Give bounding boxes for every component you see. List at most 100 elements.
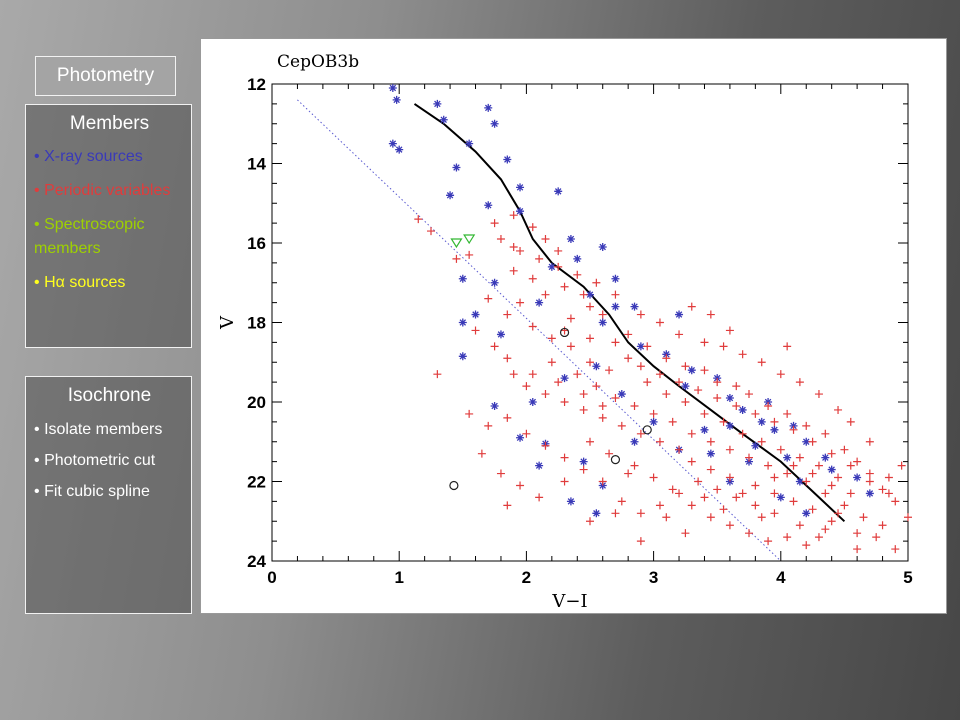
- photometry-label: Photometry: [35, 56, 176, 96]
- xray-source-point: [700, 425, 709, 434]
- periodic-variable-point: [802, 477, 811, 486]
- periodic-variable-point: [719, 417, 728, 426]
- periodic-variable-point: [725, 521, 734, 530]
- periodic-variable-point: [821, 525, 830, 534]
- periodic-variable-point: [477, 449, 486, 458]
- periodic-variable-point: [834, 473, 843, 482]
- periodic-variable-point: [751, 481, 760, 490]
- xray-source-point: [484, 201, 493, 210]
- xray-source-point: [439, 115, 448, 124]
- periodic-variable-point: [617, 421, 626, 430]
- xray-source-point: [490, 119, 499, 128]
- periodic-variable-point: [853, 529, 862, 538]
- periodic-variable-point: [719, 505, 728, 514]
- xray-source-point: [458, 352, 467, 361]
- xray-source-point: [433, 99, 442, 108]
- periodic-variable-point: [560, 398, 569, 406]
- periodic-variable-point: [579, 390, 588, 399]
- periodic-variable-point: [496, 469, 505, 478]
- periodic-variable-point: [662, 390, 671, 399]
- periodic-variable-point: [598, 413, 607, 422]
- periodic-variable-point: [649, 409, 658, 418]
- x-tick-label: 2: [522, 568, 531, 587]
- periodic-variable-point: [681, 362, 690, 371]
- xray-source-point: [598, 318, 607, 327]
- periodic-variable-point: [573, 270, 582, 279]
- periodic-variable-point: [624, 469, 633, 478]
- periodic-variable-point: [706, 465, 715, 474]
- periodic-variable-point: [814, 461, 823, 470]
- periodic-variable-point: [783, 533, 792, 542]
- periodic-variable-point: [655, 501, 664, 510]
- bullet: •: [34, 148, 40, 165]
- periodic-variable-point: [853, 545, 862, 554]
- periodic-variable-point: [821, 429, 830, 438]
- periodic-variable-point: [725, 445, 734, 454]
- xray-source-point: [751, 441, 760, 450]
- periodic-variable-point: [681, 529, 690, 538]
- periodic-variable-point: [579, 405, 588, 414]
- xray-source-point: [821, 453, 830, 462]
- periodic-variable-point: [694, 386, 703, 395]
- periodic-variable-point: [554, 246, 563, 255]
- periodic-variable-point: [713, 485, 722, 494]
- periodic-variable-point: [566, 314, 575, 323]
- member-item-periodic: • Periodic variables: [34, 179, 185, 203]
- periodic-variable-point: [840, 501, 849, 510]
- isochrone-title: Isochrone: [67, 385, 152, 406]
- periodic-variable-point: [636, 537, 645, 546]
- periodic-variable-point: [706, 310, 715, 319]
- periodic-variable-point: [630, 401, 639, 410]
- periodic-variable-point: [814, 533, 823, 542]
- xray-source-point: [738, 405, 747, 414]
- periodic-variable-point: [872, 533, 881, 542]
- periodic-variable-point: [834, 509, 843, 518]
- y-tick-label: 24: [247, 552, 266, 571]
- periodic-variable-point: [598, 401, 607, 410]
- periodic-variable-point: [579, 465, 588, 474]
- periodic-variable-point: [560, 477, 569, 486]
- periodic-variable-point: [586, 358, 594, 367]
- periodic-variable-point: [776, 445, 785, 454]
- x-tick-label: 3: [649, 568, 658, 587]
- periodic-variable-point: [484, 294, 493, 303]
- periodic-variable-point: [560, 282, 569, 291]
- periodic-variable-point: [904, 513, 912, 522]
- periodic-variable-point: [516, 246, 525, 255]
- periodic-variable-point: [541, 290, 550, 299]
- xray-source-point: [484, 103, 493, 112]
- xray-source-point: [649, 417, 658, 426]
- xray-source-point: [617, 390, 626, 399]
- periodic-variable-point: [496, 235, 505, 244]
- periodic-variable-point: [897, 461, 906, 470]
- member-label-halpha: Hα sources: [44, 274, 126, 291]
- periodic-variable-point: [611, 394, 620, 403]
- periodic-variable-point: [700, 338, 709, 347]
- xray-source-point: [496, 330, 505, 339]
- y-tick-label: 12: [247, 75, 266, 94]
- xray-source-point: [802, 509, 811, 518]
- xray-source-point: [630, 302, 639, 311]
- y-axis-label: V: [217, 315, 238, 330]
- periodic-variable-point: [465, 409, 474, 418]
- periodic-variable-point: [745, 453, 753, 462]
- periodic-variable-point: [649, 473, 658, 482]
- periodic-variable-point: [808, 437, 817, 446]
- periodic-variable-point: [414, 215, 423, 224]
- xray-source-point: [516, 207, 525, 216]
- x-tick-label: 0: [267, 568, 276, 587]
- periodic-variable-point: [751, 409, 760, 418]
- xray-source-point: [687, 366, 696, 375]
- periodic-variable-point: [776, 370, 785, 379]
- periodic-variable-point: [802, 421, 811, 430]
- periodic-variable-point: [770, 417, 779, 426]
- spectroscopic-member-point: [450, 238, 463, 249]
- periodic-variable-point: [528, 223, 537, 232]
- periodic-variable-point: [490, 219, 499, 228]
- periodic-variable-point: [655, 437, 664, 446]
- periodic-variable-point: [884, 489, 893, 498]
- xray-source-point: [465, 139, 474, 148]
- member-item-xray: • X-ray sources: [34, 145, 185, 169]
- periodic-variable-point: [509, 242, 518, 251]
- periodic-variable-point: [535, 254, 544, 263]
